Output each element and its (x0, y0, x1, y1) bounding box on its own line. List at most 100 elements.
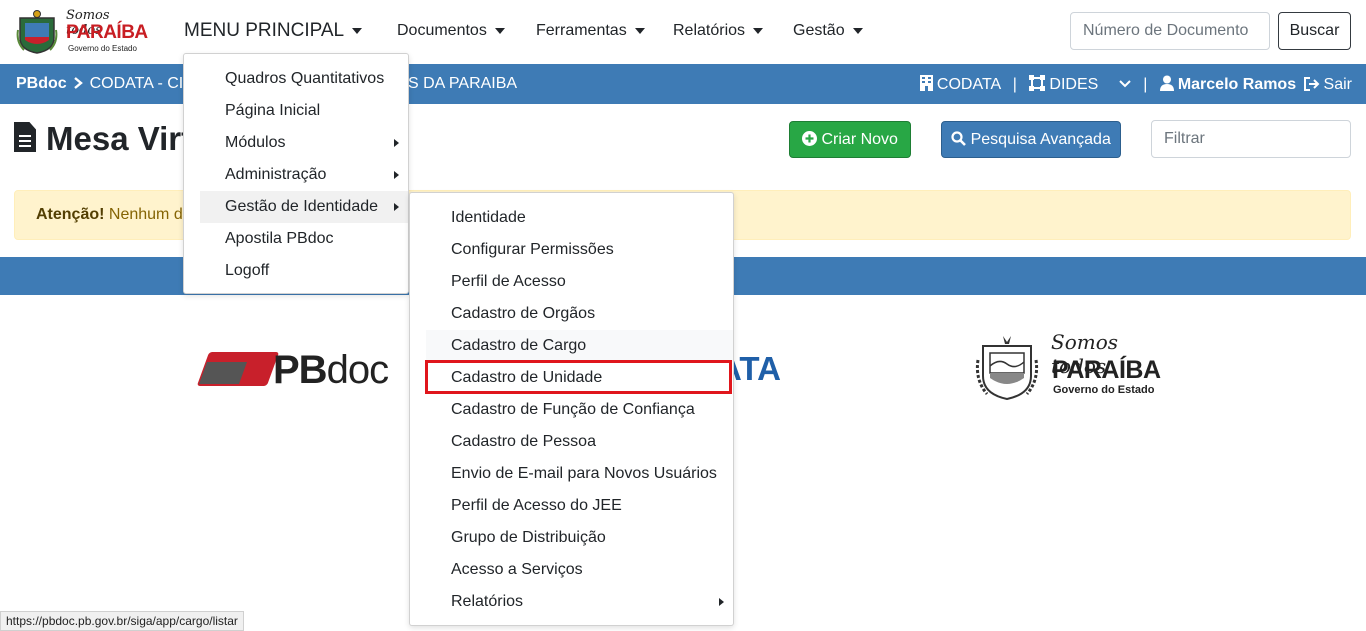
advanced-search-button[interactable]: Pesquisa Avançada (941, 121, 1121, 158)
document-icon (14, 122, 36, 152)
chevron-down-icon[interactable] (1119, 80, 1131, 88)
unit-dides[interactable]: DIDES (1049, 76, 1098, 93)
caret-right-icon (394, 171, 399, 179)
gov-logo-government: Governo do Estado (1053, 384, 1155, 396)
breadcrumb-app[interactable]: PBdoc (16, 75, 67, 92)
submenu-item-label: Cadastro de Unidade (451, 369, 603, 386)
submenu-item-cadastro-unidade[interactable]: Cadastro de Unidade (410, 362, 733, 394)
menu-item-quadros-quantitativos[interactable]: Quadros Quantitativos (184, 63, 408, 95)
submenu-item-label: Grupo de Distribuição (451, 529, 606, 546)
sitemap-icon (1029, 75, 1046, 91)
breadcrumb: PBdoc CODATA - CIA (16, 75, 194, 93)
breadcrumb-org[interactable]: CODATA - CIA (90, 75, 194, 92)
page-title: Mesa Virt (14, 120, 192, 158)
create-new-button[interactable]: Criar Novo (789, 121, 911, 158)
user-icon (1159, 75, 1174, 91)
submenu-item-label: Cadastro de Pessoa (451, 433, 596, 450)
pbdoc-wordmark-rest: doc (326, 348, 389, 392)
user-name[interactable]: Marcelo Ramos (1178, 76, 1296, 93)
submenu-item-label: Cadastro de Orgãos (451, 305, 596, 322)
identity-submenu: Identidade Configurar Permissões Perfil … (409, 192, 734, 626)
nav-label: Ferramentas (536, 22, 627, 39)
menu-item-label: Página Inicial (225, 102, 321, 119)
create-new-label: Criar Novo (821, 130, 898, 148)
submenu-item-label: Acesso a Serviços (451, 561, 583, 578)
nav-label: Gestão (793, 22, 845, 39)
separator: | (1012, 76, 1017, 93)
submenu-item-relatorios[interactable]: Relatórios (410, 586, 733, 618)
chevron-down-icon (634, 27, 645, 34)
pbdoc-wordmark-bold: PB (273, 348, 328, 392)
submenu-item-cadastro-funcao-confianca[interactable]: Cadastro de Função de Confiança (410, 394, 733, 426)
menu-item-apostila-pbdoc[interactable]: Apostila PBdoc (184, 223, 408, 255)
nav-relatorios[interactable]: Relatórios (673, 22, 764, 40)
submenu-item-perfil-acesso[interactable]: Perfil de Acesso (410, 266, 733, 298)
logout-icon[interactable] (1303, 77, 1320, 91)
menu-item-gestao-identidade[interactable]: Gestão de Identidade (200, 191, 408, 223)
nav-label: Relatórios (673, 22, 746, 39)
link-status-bar: https://pbdoc.pb.gov.br/siga/app/cargo/l… (0, 611, 244, 631)
gov-logo-state: PARAÍBA (1052, 356, 1161, 384)
page-title-text: Mesa Virt (46, 120, 193, 157)
nav-label: Documentos (397, 22, 487, 39)
building-icon (919, 75, 933, 91)
menu-item-administracao[interactable]: Administração (184, 159, 408, 191)
pbdoc-mark-shadow (198, 362, 248, 384)
logout-link[interactable]: Sair (1324, 76, 1352, 93)
nav-ferramentas[interactable]: Ferramentas (536, 22, 645, 40)
chevron-down-icon (753, 27, 764, 34)
chevron-right-icon (74, 77, 83, 89)
submenu-item-cadastro-cargo[interactable]: Cadastro de Cargo (426, 330, 733, 362)
submenu-item-label: Cadastro de Função de Confiança (451, 401, 695, 418)
chevron-down-icon (494, 27, 505, 34)
menu-item-label: Apostila PBdoc (225, 230, 334, 247)
caret-right-icon (719, 598, 724, 606)
nav-gestao[interactable]: Gestão (793, 22, 863, 40)
unit-codata[interactable]: CODATA (937, 76, 1000, 93)
caret-right-icon (394, 203, 399, 211)
breadcrumb-org-continued: S DA PARAIBA (408, 75, 518, 92)
separator: | (1143, 76, 1148, 93)
submenu-item-acesso-servicos[interactable]: Acesso a Serviços (410, 554, 733, 586)
filter-input[interactable] (1151, 120, 1351, 158)
submenu-item-grupo-distribuicao[interactable]: Grupo de Distribuição (410, 522, 733, 554)
alert-text: Nenhum do (108, 206, 192, 223)
government-logo: Somos todos PARAÍBA Governo do Estado (975, 330, 1161, 400)
submenu-item-label: Perfil de Acesso do JEE (451, 497, 622, 514)
alert-title: Atenção! (36, 206, 105, 223)
logo-government: Governo do Estado (68, 44, 137, 53)
menu-item-label: Logoff (225, 262, 270, 279)
submenu-item-label: Cadastro de Cargo (451, 337, 587, 354)
pbdoc-logo: PBdoc (196, 348, 408, 393)
submenu-item-envio-email[interactable]: Envio de E-mail para Novos Usuários (410, 458, 733, 490)
menu-item-label: Quadros Quantitativos (225, 70, 385, 87)
state-logo[interactable]: Somos todos PARAÍBA Governo do Estado (14, 6, 148, 58)
menu-item-logoff[interactable]: Logoff (184, 255, 408, 287)
submenu-item-perfil-acesso-jee[interactable]: Perfil de Acesso do JEE (410, 490, 733, 522)
advanced-search-label: Pesquisa Avançada (970, 130, 1111, 148)
menu-item-pagina-inicial[interactable]: Página Inicial (184, 95, 408, 127)
menu-item-label: Administração (225, 166, 327, 183)
submenu-item-cadastro-pessoa[interactable]: Cadastro de Pessoa (410, 426, 733, 458)
submenu-item-label: Envio de E-mail para Novos Usuários (451, 465, 717, 482)
search-button[interactable]: Buscar (1278, 12, 1351, 50)
menu-item-modulos[interactable]: Módulos (184, 127, 408, 159)
document-number-input[interactable] (1070, 12, 1270, 50)
chevron-down-icon (852, 27, 863, 34)
submenu-item-label: Perfil de Acesso (451, 273, 566, 290)
main-menu-toggle[interactable]: MENU PRINCIPAL (184, 20, 363, 42)
logo-state-name: PARAÍBA (66, 22, 148, 43)
menu-item-label: Módulos (225, 134, 286, 151)
menu-item-label: Gestão de Identidade (225, 198, 379, 215)
coat-of-arms-icon (975, 336, 1039, 400)
submenu-item-cadastro-orgaos[interactable]: Cadastro de Orgãos (410, 298, 733, 330)
nav-documentos[interactable]: Documentos (397, 22, 505, 40)
submenu-item-identidade[interactable]: Identidade (410, 202, 733, 234)
pbdoc-wordmark: PBdoc (273, 348, 389, 393)
submenu-item-label: Identidade (451, 209, 526, 226)
user-context: CODATA | DIDES | Marcelo Ramos Sair (919, 75, 1352, 94)
submenu-item-label: Configurar Permissões (451, 241, 614, 258)
submenu-item-configurar-permissoes[interactable]: Configurar Permissões (410, 234, 733, 266)
plus-circle-icon (802, 130, 818, 146)
coat-of-arms-icon (16, 10, 58, 54)
